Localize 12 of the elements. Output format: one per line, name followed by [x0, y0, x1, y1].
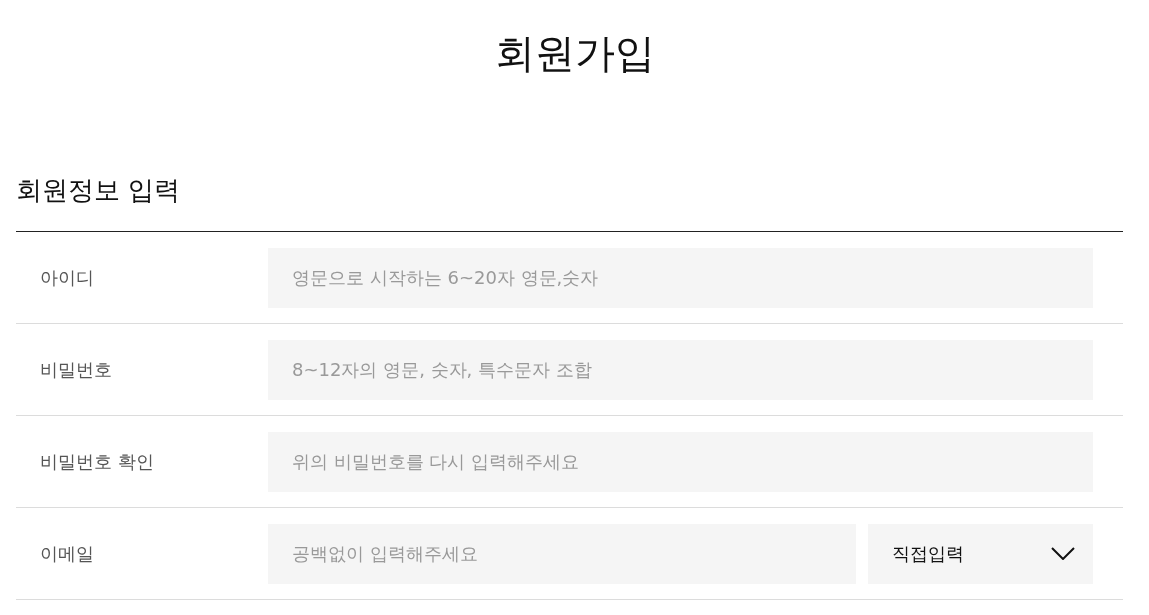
section-title: 회원정보 입력: [16, 174, 181, 207]
field-label: 비밀번호 확인: [40, 449, 154, 474]
field-label: 이메일: [40, 541, 94, 566]
field-label: 비밀번호: [40, 357, 112, 382]
input-field[interactable]: 영문으로 시작하는 6~20자 영문,숫자: [268, 247, 1093, 308]
chevron-down-icon: [1051, 547, 1075, 560]
field-label: 아이디: [40, 265, 94, 290]
input-field[interactable]: 위의 비밀번호를 다시 입력해주세요: [268, 431, 1093, 492]
page-title: 회원가입: [493, 29, 655, 78]
email-domain-select[interactable]: 직접입력: [868, 523, 1093, 584]
input-field[interactable]: 8~12자의 영문, 숫자, 특수문자 조합: [268, 339, 1093, 400]
input-field[interactable]: 공백없이 입력해주세요: [268, 523, 856, 584]
